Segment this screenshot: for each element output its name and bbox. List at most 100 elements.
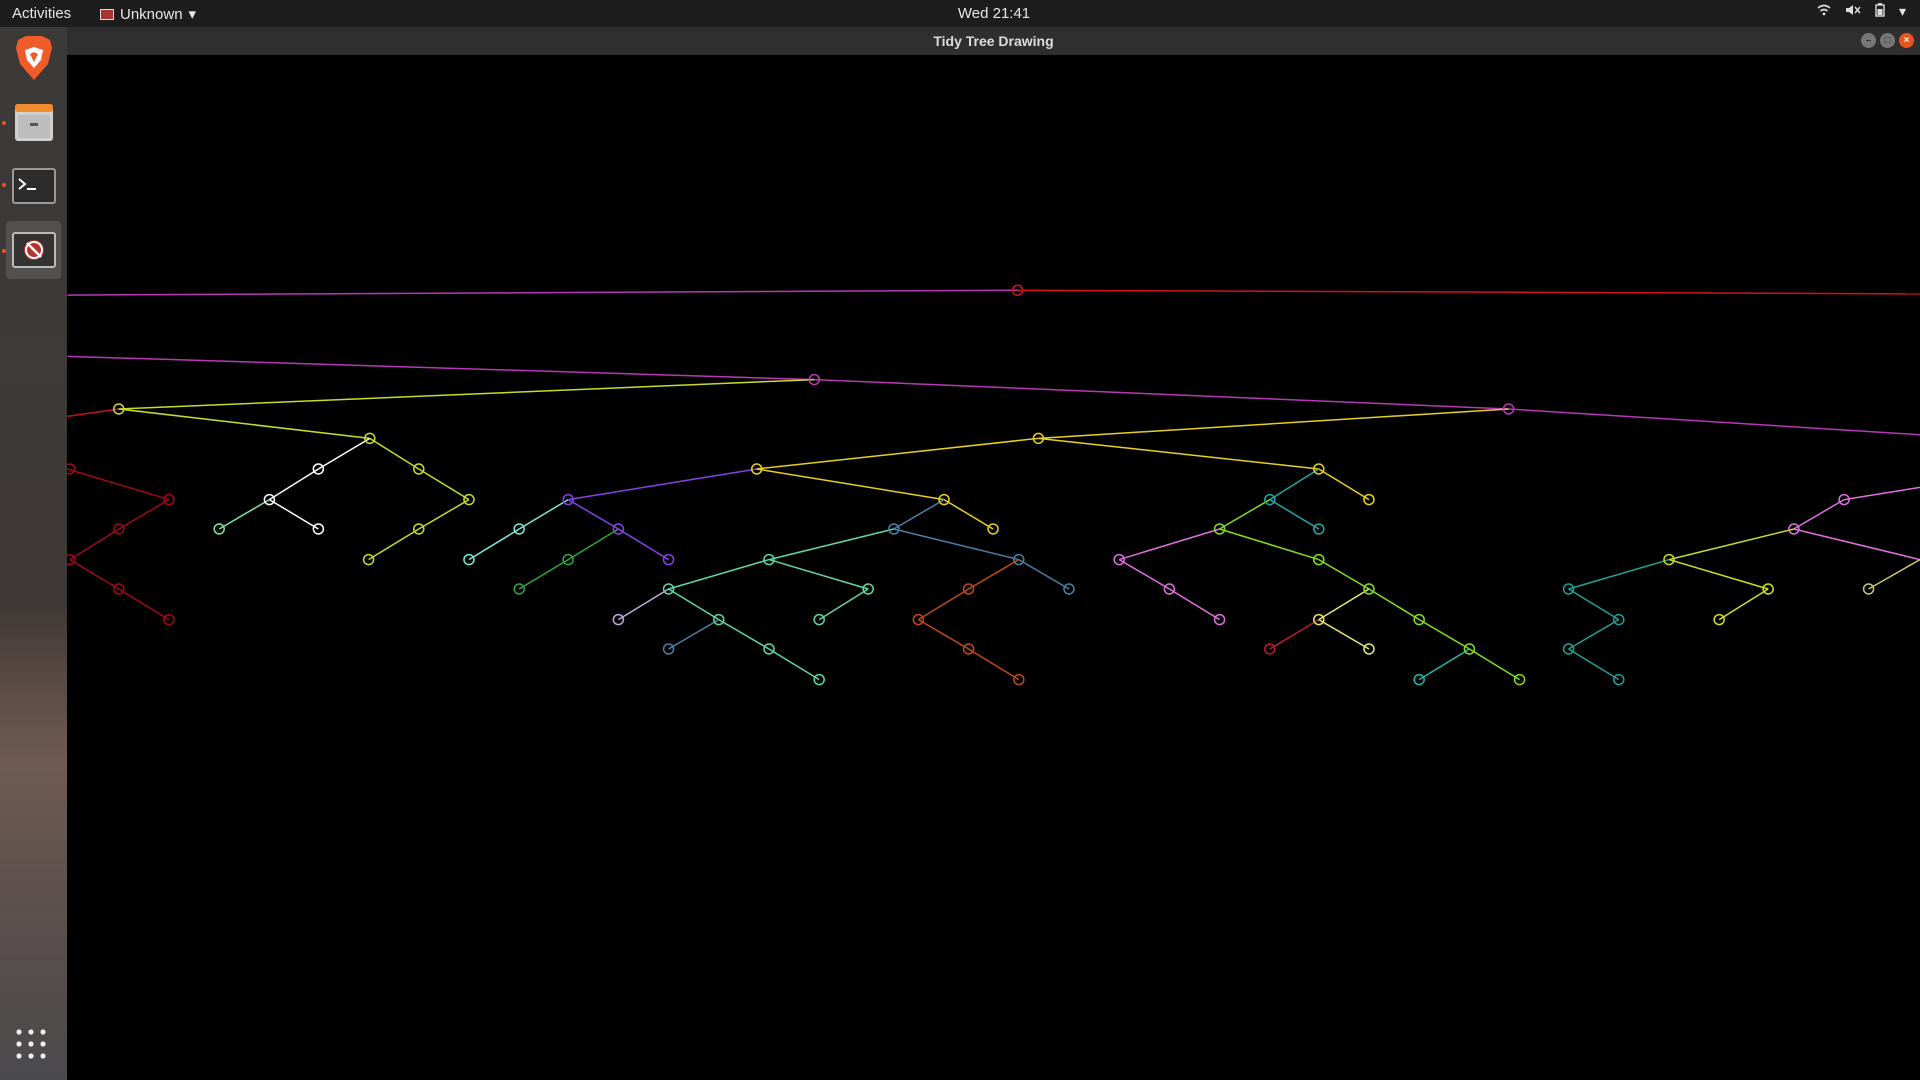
- tree-edge: [756, 468, 945, 501]
- tree-node: [213, 523, 225, 535]
- battery-icon: [1875, 3, 1885, 20]
- tree-edge: [67, 355, 815, 381]
- tree-edge: [1318, 618, 1370, 650]
- tree-edge: [1269, 498, 1320, 530]
- file-cabinet-icon[interactable]: [6, 93, 61, 151]
- tree-node: [987, 523, 999, 535]
- tree-edge: [118, 378, 815, 410]
- window-titlebar[interactable]: Tidy Tree Drawing – □ ×: [67, 27, 1920, 55]
- top-bar: Activities Unknown ▾ Wed 21:41 ▾: [0, 0, 1920, 27]
- tree-edge: [567, 498, 619, 530]
- tree-edge: [1118, 558, 1170, 590]
- tree-edge: [518, 498, 569, 530]
- tree-edge: [69, 558, 120, 590]
- close-button[interactable]: ×: [1899, 33, 1914, 48]
- tree-edge: [1468, 648, 1520, 681]
- tree-edge: [118, 498, 170, 530]
- tidy-tree-drawing: [67, 284, 1920, 686]
- tree-edge: [1368, 588, 1420, 621]
- tree-edge: [917, 618, 969, 650]
- clock[interactable]: Wed 21:41: [0, 5, 1920, 22]
- tree-edge: [1668, 528, 1795, 561]
- tree-edge: [718, 618, 770, 650]
- tree-edge: [1219, 528, 1319, 561]
- tree-edge: [668, 588, 720, 621]
- tree-canvas[interactable]: [67, 55, 1920, 1080]
- tree-edge: [1868, 558, 1920, 590]
- tree-edge: [756, 437, 1039, 470]
- tree-edge: [317, 437, 371, 470]
- tree-edge: [893, 498, 945, 530]
- tree-node: [312, 523, 325, 535]
- tree-edge: [1568, 588, 1620, 621]
- show-applications-icon[interactable]: [14, 1027, 48, 1066]
- tree-edge: [893, 528, 1019, 561]
- tree-edge: [518, 558, 569, 590]
- tree-edge: [1038, 437, 1319, 470]
- tree-edge: [67, 289, 1018, 296]
- tree-edge: [1318, 468, 1370, 501]
- tree-edge: [818, 588, 869, 621]
- tree-edge: [268, 468, 319, 501]
- volume-muted-icon: [1845, 3, 1861, 20]
- tree-edge: [917, 588, 969, 621]
- tree-edge: [1793, 528, 1920, 561]
- tree-edge: [768, 558, 869, 590]
- tree-edge: [1118, 528, 1220, 561]
- tree-edge: [1843, 486, 1920, 501]
- tree-edge: [768, 528, 895, 561]
- tree-edge: [1219, 498, 1271, 530]
- dock: [0, 27, 67, 1080]
- tree-edge: [1568, 648, 1620, 681]
- tree-edge: [269, 498, 319, 530]
- tree-edge: [617, 588, 669, 621]
- tree-edge: [1668, 558, 1769, 590]
- tree-edge: [67, 468, 170, 501]
- tree-node: [1313, 523, 1325, 535]
- tree-edge: [468, 528, 520, 561]
- tree-edge: [617, 528, 669, 561]
- tree-edge: [418, 468, 470, 501]
- tree-edge: [369, 437, 420, 470]
- tree-edge: [768, 648, 820, 681]
- maximize-button[interactable]: □: [1880, 33, 1895, 48]
- tree-edge: [69, 528, 120, 561]
- tree-edge: [368, 528, 420, 561]
- tree-edge: [1038, 408, 1509, 440]
- tree-edge: [668, 558, 770, 590]
- minimize-button[interactable]: –: [1861, 33, 1876, 48]
- tree-edge: [1418, 618, 1470, 650]
- tree-edge: [67, 408, 119, 418]
- tree-edge: [1568, 618, 1620, 650]
- tidy-tree-app-icon[interactable]: [6, 221, 61, 279]
- tree-edge: [118, 408, 370, 440]
- window-controls: – □ ×: [1861, 33, 1914, 48]
- tree-edge: [1017, 289, 1920, 295]
- brave-browser-icon[interactable]: [6, 29, 61, 87]
- tree-edge: [418, 498, 470, 530]
- tree-edge: [968, 558, 1020, 590]
- tree-edge: [118, 588, 170, 621]
- tree-edge: [1718, 588, 1769, 621]
- tree-edge: [1168, 588, 1220, 621]
- tree-edge: [1508, 408, 1920, 436]
- system-tray[interactable]: ▾: [1817, 3, 1906, 20]
- tree-edge: [218, 498, 270, 530]
- tree-edge: [1269, 618, 1320, 650]
- terminal-icon[interactable]: [6, 157, 61, 215]
- tree-edge: [1318, 588, 1370, 621]
- tree-edge: [943, 498, 994, 530]
- window-title: Tidy Tree Drawing: [933, 33, 1054, 49]
- tree-edge: [1269, 468, 1320, 501]
- tree-edge: [814, 378, 1509, 410]
- system-menu-chevron-icon: ▾: [1898, 3, 1906, 19]
- tree-edge: [1318, 558, 1370, 590]
- tree-edge: [1568, 558, 1670, 590]
- tree-edge: [567, 528, 619, 561]
- tree-edge: [568, 468, 757, 501]
- tree-edge: [668, 618, 720, 650]
- tree-edge: [1018, 558, 1070, 590]
- tree-edge: [1793, 498, 1845, 530]
- tree-edge: [968, 648, 1020, 681]
- tree-edge: [1418, 648, 1470, 681]
